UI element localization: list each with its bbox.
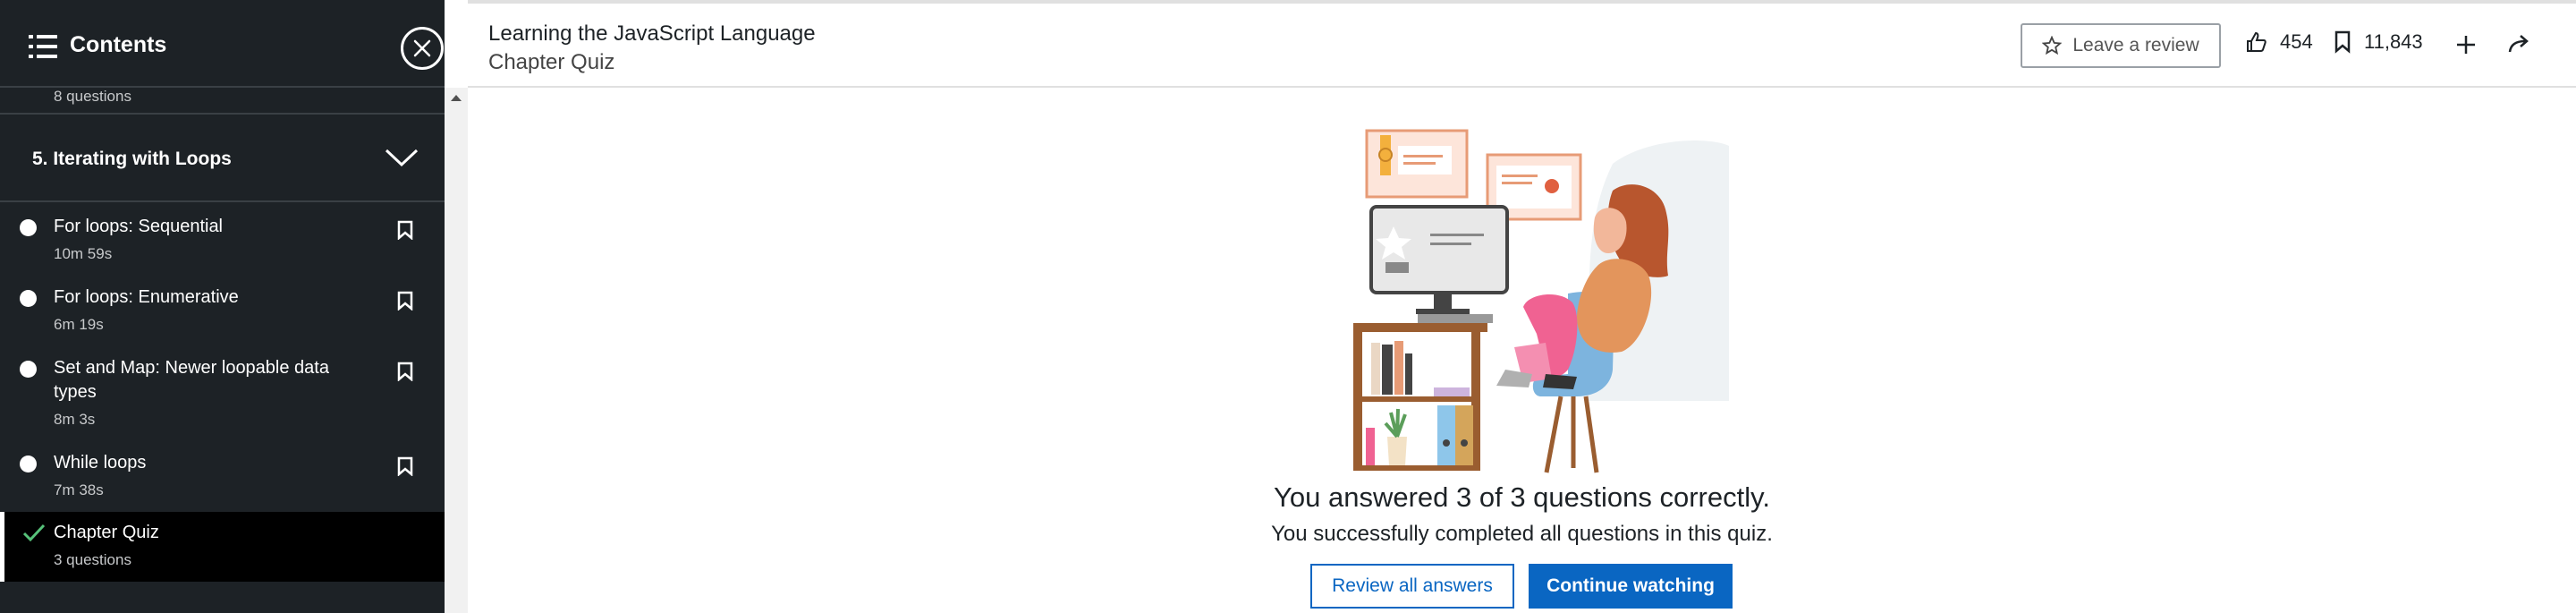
plus-icon [2457, 36, 2475, 54]
likes-count: 454 [2280, 30, 2313, 53]
thumbs-up-icon [2247, 31, 2267, 52]
continue-watching-button[interactable]: Continue watching [1529, 564, 1733, 609]
item-title: For loops: Enumerative [54, 287, 239, 307]
contents-sidebar: Contents 8 questions 5. Iterating with L… [0, 0, 445, 613]
incomplete-dot-icon [20, 219, 37, 236]
item-title: Chapter Quiz [54, 523, 159, 542]
current-item-title: Chapter Quiz [488, 50, 615, 74]
quiz-result-panel: You answered 3 of 3 questions correctly.… [468, 88, 2576, 613]
star-icon [2042, 36, 2063, 55]
item-title: For loops: Sequential [54, 217, 224, 236]
bookmark-icon[interactable] [397, 291, 413, 311]
add-to-collection-button[interactable] [2452, 30, 2480, 59]
sidebar-item[interactable]: For loops: Sequential 10m 59s [0, 206, 445, 276]
save-button[interactable]: 11,843 [2334, 30, 2423, 54]
leave-review-label: Leave a review [2072, 35, 2199, 55]
scroll-up-arrow-icon[interactable] [451, 95, 462, 101]
sidebar-header: Contents [0, 0, 445, 88]
item-duration: 8m 3s [54, 411, 96, 428]
close-icon [413, 39, 431, 57]
sidebar-content: 8 questions 5. Iterating with Loops For … [0, 88, 445, 613]
leave-review-button[interactable]: Leave a review [2021, 23, 2221, 68]
like-button[interactable]: 454 [2244, 30, 2313, 54]
chevron-down-icon [385, 149, 419, 167]
course-header: Learning the JavaScript Language Chapter… [468, 0, 2576, 88]
item-title: Set and Map: Newer loopable data types [54, 358, 329, 402]
item-title: While loops [54, 453, 147, 473]
incomplete-dot-icon [20, 361, 37, 378]
item-duration: 6m 19s [54, 316, 104, 333]
section-header[interactable]: 5. Iterating with Loops [0, 113, 445, 202]
item-duration: 10m 59s [54, 245, 113, 262]
quiz-result-headline: You answered 3 of 3 questions correctly. [1274, 481, 1770, 513]
bookmark-icon[interactable] [397, 362, 413, 381]
bookmark-icon[interactable] [397, 220, 413, 240]
previous-section-subtitle: 8 questions [54, 88, 131, 105]
sidebar-item[interactable]: Set and Map: Newer loopable data types 8… [0, 347, 445, 441]
item-duration: 3 questions [54, 551, 131, 568]
close-sidebar-button[interactable] [401, 27, 444, 70]
list-icon [29, 35, 57, 58]
item-duration: 7m 38s [54, 481, 104, 498]
sidebar-scrollbar[interactable] [445, 88, 468, 613]
sidebar-item-active[interactable]: Chapter Quiz 3 questions [0, 512, 445, 582]
course-title: Learning the JavaScript Language [488, 21, 816, 46]
section-title: 5. Iterating with Loops [32, 149, 232, 169]
quiz-result-message: You successfully completed all questions… [1271, 522, 1773, 546]
saves-count: 11,843 [2364, 30, 2423, 53]
sidebar-title: Contents [70, 32, 167, 57]
incomplete-dot-icon [20, 290, 37, 307]
quiz-complete-illustration [1353, 129, 1729, 473]
sidebar-item[interactable]: While loops 7m 38s [0, 442, 445, 512]
share-arrow-icon [2508, 35, 2529, 53]
bookmark-icon [2334, 30, 2351, 54]
checkmark-icon [22, 524, 46, 542]
bookmark-icon[interactable] [397, 456, 413, 476]
incomplete-dot-icon [20, 455, 37, 473]
page: Contents 8 questions 5. Iterating with L… [0, 0, 2576, 613]
review-all-answers-button[interactable]: Review all answers [1310, 564, 1514, 609]
share-button[interactable] [2505, 30, 2534, 59]
sidebar-item[interactable]: For loops: Enumerative 6m 19s [0, 277, 445, 346]
